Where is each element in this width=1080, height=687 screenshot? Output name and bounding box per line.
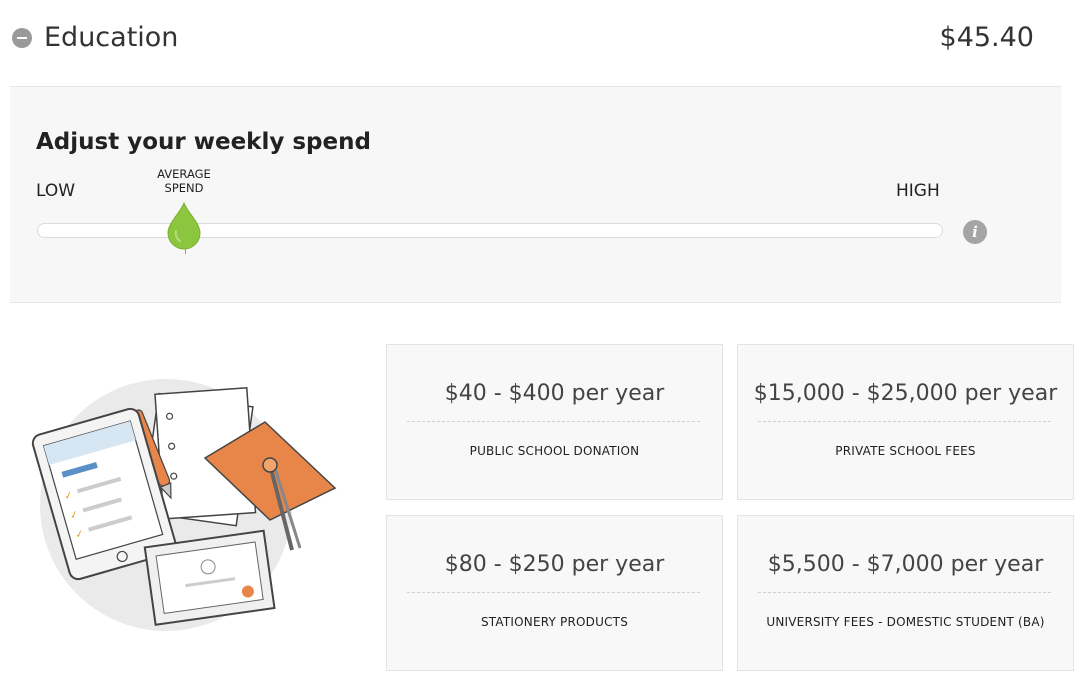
slider-thumb-icon[interactable] xyxy=(166,201,202,251)
card-divider xyxy=(758,592,1051,593)
card-label: PUBLIC SCHOOL DONATION xyxy=(469,444,640,458)
education-illustration: ✓ ✓ ✓ xyxy=(31,379,337,631)
average-label-line2: SPEND xyxy=(164,181,204,195)
info-icon[interactable]: i xyxy=(963,220,987,244)
card-range: $40 - $400 per year xyxy=(444,381,665,406)
average-label-line1: AVERAGE xyxy=(157,167,211,181)
cost-card-private-school: $15,000 - $25,000 per year PRIVATE SCHOO… xyxy=(737,344,1074,500)
weekly-amount: $45.40 xyxy=(939,22,1034,53)
card-divider xyxy=(407,592,700,593)
slider-low-label: LOW xyxy=(36,181,76,201)
card-divider xyxy=(407,421,700,422)
collapse-icon[interactable] xyxy=(12,28,32,48)
card-range: $5,500 - $7,000 per year xyxy=(767,552,1044,577)
average-spend-label: AVERAGE SPEND xyxy=(144,167,224,195)
category-header: Education $45.40 xyxy=(0,0,1080,86)
panel-title: Adjust your weekly spend xyxy=(36,129,371,155)
cost-card-public-school: $40 - $400 per year PUBLIC SCHOOL DONATI… xyxy=(386,344,723,500)
category-title: Education xyxy=(44,22,179,53)
slider-high-label: HIGH xyxy=(896,181,940,201)
card-label: UNIVERSITY FEES - DOMESTIC STUDENT (BA) xyxy=(766,615,1045,629)
card-divider xyxy=(758,421,1051,422)
cost-card-university: $5,500 - $7,000 per year UNIVERSITY FEES… xyxy=(737,515,1074,671)
spend-adjust-panel: Adjust your weekly spend LOW AVERAGE SPE… xyxy=(10,86,1061,303)
card-label: PRIVATE SCHOOL FEES xyxy=(835,444,976,458)
card-range: $15,000 - $25,000 per year xyxy=(753,381,1058,406)
cost-card-stationery: $80 - $250 per year STATIONERY PRODUCTS xyxy=(386,515,723,671)
slider-thumb-tick xyxy=(185,249,186,254)
card-label: STATIONERY PRODUCTS xyxy=(480,615,629,629)
card-range: $80 - $250 per year xyxy=(444,552,665,577)
